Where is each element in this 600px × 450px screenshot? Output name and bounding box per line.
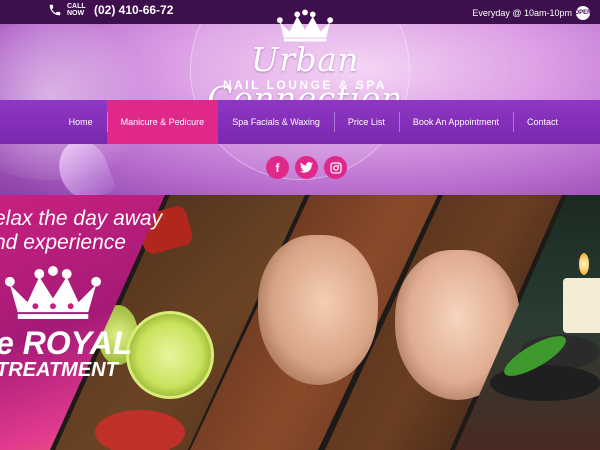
nav-spa-facials-waxing[interactable]: Spa Facials & Waxing	[218, 100, 334, 144]
lime-slice-decoration	[126, 311, 214, 399]
instagram-icon[interactable]	[324, 156, 347, 179]
hours-text: Everyday @ 10am-10pm	[472, 8, 572, 18]
nav-book-appointment[interactable]: Book An Appointment	[398, 100, 513, 144]
call-now-label: CALL NOW	[67, 3, 86, 17]
nav-home[interactable]: Home	[55, 100, 107, 144]
twitter-icon[interactable]	[295, 156, 318, 179]
hero-tagline-2: nd experience	[0, 231, 126, 254]
logo-subtitle: NAIL LOUNGE & SPA	[222, 78, 388, 92]
candle-flame	[579, 253, 589, 275]
social-links: f	[266, 156, 347, 179]
call-now[interactable]: CALL NOW (02) 410-66-72	[48, 3, 173, 17]
hero-treatment-text: TREATMENT	[0, 359, 118, 381]
hero-tagline-1: elax the day away	[0, 207, 163, 230]
phone-icon	[49, 4, 61, 16]
hero-banner: elax the day away nd experience e ROYAL …	[0, 195, 600, 450]
crown-logo-icon	[276, 9, 334, 42]
open-badge: OPEN	[575, 6, 592, 20]
bowl-decoration	[95, 410, 185, 450]
model-face-1	[258, 235, 378, 385]
opening-hours: Everyday @ 10am-10pm OPEN	[472, 6, 592, 20]
crown-icon	[4, 266, 102, 319]
facebook-icon[interactable]: f	[266, 156, 289, 179]
candle-decoration	[563, 278, 600, 333]
nav-contact[interactable]: Contact	[512, 100, 572, 144]
nav-price-list[interactable]: Price List	[333, 100, 399, 144]
main-navigation: Home Manicure & Pedicure Spa Facials & W…	[0, 100, 600, 144]
phone-number[interactable]: (02) 410-66-72	[94, 3, 173, 17]
nav-manicure-pedicure[interactable]: Manicure & Pedicure	[106, 100, 219, 144]
hero-royal-text: e ROYAL	[0, 325, 133, 361]
